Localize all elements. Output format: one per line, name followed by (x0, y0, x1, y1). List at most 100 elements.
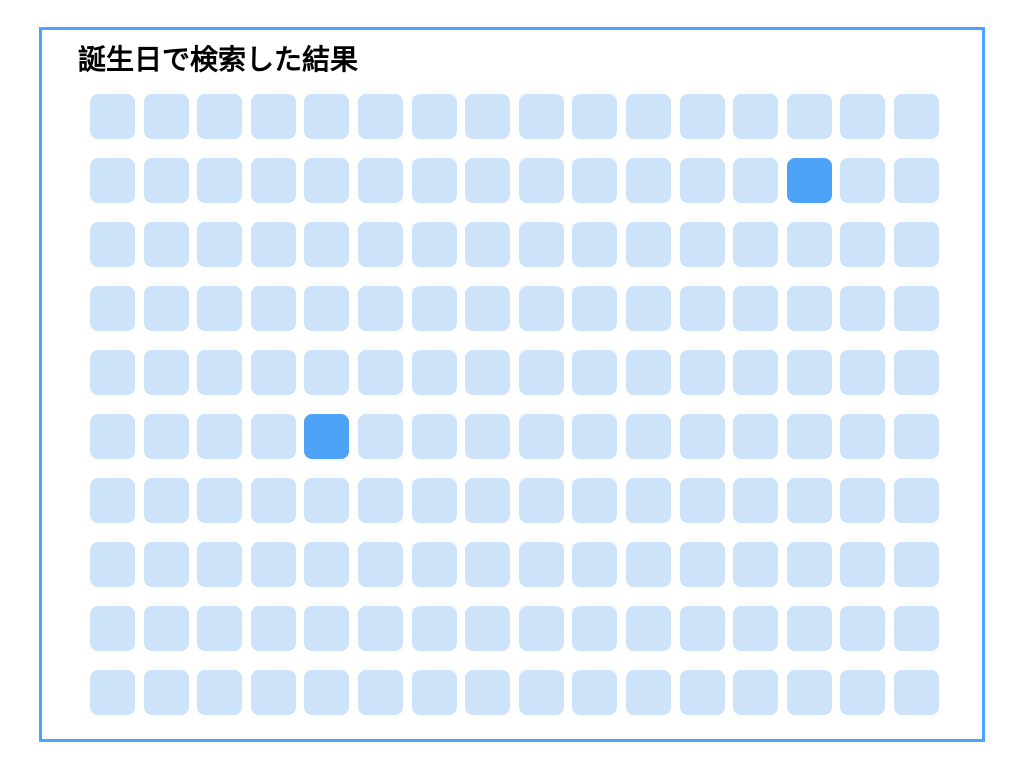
grid-cell[interactable] (786, 286, 832, 331)
grid-cell-highlighted[interactable] (786, 158, 832, 203)
grid-cell[interactable] (625, 670, 671, 715)
grid-cell[interactable] (304, 542, 350, 587)
grid-cell[interactable] (197, 670, 243, 715)
grid-cell[interactable] (572, 542, 618, 587)
grid-cell[interactable] (143, 414, 189, 459)
grid-cell[interactable] (733, 158, 779, 203)
grid-cell[interactable] (893, 286, 939, 331)
grid-cell[interactable] (465, 158, 511, 203)
grid-cell[interactable] (733, 286, 779, 331)
grid-cell[interactable] (90, 350, 135, 395)
grid-cell[interactable] (197, 350, 243, 395)
grid-cell[interactable] (304, 158, 350, 203)
grid-cell[interactable] (304, 670, 350, 715)
grid-cell[interactable] (411, 350, 457, 395)
grid-cell[interactable] (733, 94, 779, 139)
grid-cell[interactable] (90, 158, 135, 203)
grid-cell[interactable] (679, 222, 725, 267)
grid-cell[interactable] (679, 414, 725, 459)
grid-cell[interactable] (197, 94, 243, 139)
grid-cell[interactable] (465, 478, 511, 523)
grid-cell[interactable] (840, 222, 886, 267)
grid-cell[interactable] (197, 158, 243, 203)
grid-cell[interactable] (786, 478, 832, 523)
grid-cell[interactable] (679, 286, 725, 331)
grid-cell[interactable] (572, 350, 618, 395)
grid-cell[interactable] (357, 670, 403, 715)
grid-cell[interactable] (572, 670, 618, 715)
grid-cell[interactable] (465, 606, 511, 651)
grid-cell[interactable] (840, 542, 886, 587)
grid-cell[interactable] (197, 222, 243, 267)
grid-cell[interactable] (143, 478, 189, 523)
grid-cell[interactable] (143, 670, 189, 715)
grid-cell[interactable] (572, 94, 618, 139)
grid-cell[interactable] (625, 222, 671, 267)
grid-cell[interactable] (625, 478, 671, 523)
grid-cell[interactable] (893, 94, 939, 139)
grid-cell[interactable] (411, 478, 457, 523)
grid-cell[interactable] (518, 94, 564, 139)
grid-cell[interactable] (465, 94, 511, 139)
grid-cell[interactable] (572, 414, 618, 459)
grid-cell[interactable] (679, 158, 725, 203)
grid-cell[interactable] (518, 222, 564, 267)
grid-cell[interactable] (197, 286, 243, 331)
grid-cell[interactable] (357, 606, 403, 651)
grid-cell[interactable] (197, 542, 243, 587)
grid-cell[interactable] (893, 222, 939, 267)
grid-cell[interactable] (625, 414, 671, 459)
grid-cell[interactable] (840, 350, 886, 395)
grid-cell[interactable] (572, 606, 618, 651)
grid-cell[interactable] (518, 286, 564, 331)
grid-cell[interactable] (518, 414, 564, 459)
grid-cell[interactable] (304, 606, 350, 651)
grid-cell[interactable] (518, 158, 564, 203)
grid-cell[interactable] (411, 222, 457, 267)
grid-cell[interactable] (143, 606, 189, 651)
grid-cell[interactable] (518, 670, 564, 715)
grid-cell[interactable] (465, 350, 511, 395)
grid-cell[interactable] (625, 286, 671, 331)
grid-cell[interactable] (893, 414, 939, 459)
grid-cell[interactable] (250, 414, 296, 459)
grid-cell[interactable] (733, 350, 779, 395)
grid-cell[interactable] (250, 158, 296, 203)
grid-cell[interactable] (840, 286, 886, 331)
grid-cell[interactable] (143, 350, 189, 395)
grid-cell[interactable] (625, 606, 671, 651)
grid-cell[interactable] (250, 286, 296, 331)
grid-cell[interactable] (733, 478, 779, 523)
grid-cell[interactable] (90, 222, 135, 267)
grid-cell[interactable] (357, 542, 403, 587)
grid-cell[interactable] (411, 94, 457, 139)
grid-cell[interactable] (304, 350, 350, 395)
grid-cell[interactable] (90, 478, 135, 523)
grid-cell[interactable] (411, 606, 457, 651)
grid-cell[interactable] (840, 94, 886, 139)
grid-cell[interactable] (893, 606, 939, 651)
grid-cell[interactable] (572, 286, 618, 331)
grid-cell[interactable] (572, 478, 618, 523)
grid-cell[interactable] (572, 222, 618, 267)
grid-cell[interactable] (411, 414, 457, 459)
grid-cell[interactable] (572, 158, 618, 203)
grid-cell[interactable] (518, 478, 564, 523)
grid-cell[interactable] (679, 542, 725, 587)
grid-cell[interactable] (465, 222, 511, 267)
grid-cell[interactable] (518, 606, 564, 651)
grid-cell[interactable] (90, 94, 135, 139)
grid-cell[interactable] (197, 606, 243, 651)
grid-cell-highlighted[interactable] (304, 414, 350, 459)
grid-cell[interactable] (465, 542, 511, 587)
grid-cell[interactable] (143, 158, 189, 203)
grid-cell[interactable] (893, 158, 939, 203)
grid-cell[interactable] (893, 670, 939, 715)
grid-cell[interactable] (840, 606, 886, 651)
grid-cell[interactable] (90, 670, 135, 715)
grid-cell[interactable] (625, 158, 671, 203)
grid-cell[interactable] (197, 478, 243, 523)
grid-cell[interactable] (840, 158, 886, 203)
grid-cell[interactable] (250, 94, 296, 139)
grid-cell[interactable] (304, 478, 350, 523)
